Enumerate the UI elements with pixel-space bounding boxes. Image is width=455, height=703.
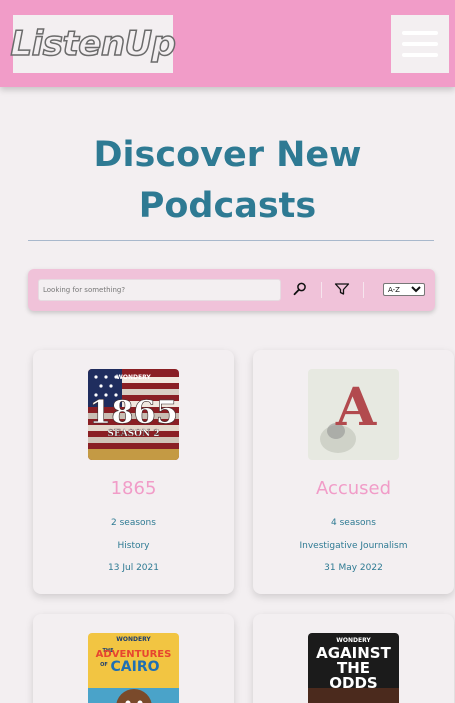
logo-text: ListenUp	[10, 23, 177, 65]
hamburger-menu-icon[interactable]	[391, 15, 449, 73]
page-title-line2: Podcasts	[138, 186, 317, 226]
logo[interactable]: ListenUp	[10, 15, 177, 73]
page-title-line1: Discover New	[93, 135, 362, 175]
toolbar-separator	[321, 282, 322, 298]
sort-select[interactable]: A-Z	[383, 283, 425, 296]
podcast-cover: WONDERY 1865 SEASON 2	[88, 369, 179, 460]
cover-title: AGAINST THE ODDS	[316, 646, 391, 692]
search-input[interactable]	[38, 279, 281, 301]
page-title: Discover New Podcasts	[0, 130, 455, 232]
cover-publisher: WONDERY	[336, 637, 371, 644]
podcast-card[interactable]: A Accused 4 seasons Investigative Journa…	[253, 350, 454, 594]
cover-subtitle: CAIRO	[111, 659, 160, 675]
podcast-seasons: 2 seasons	[111, 518, 156, 528]
menu-bar	[402, 53, 438, 57]
filter-icon[interactable]	[334, 281, 350, 297]
podcast-card[interactable]: WONDERY 1865 SEASON 2 1865 2 seasons His…	[33, 350, 234, 594]
menu-bar	[402, 31, 438, 35]
divider	[28, 240, 434, 241]
toolbar-separator	[363, 282, 364, 298]
podcast-title[interactable]: Accused	[253, 478, 454, 499]
podcast-title[interactable]: 1865	[33, 478, 234, 499]
podcast-card[interactable]: WONDERY THE ADVENTURES OF CAIRO	[33, 614, 234, 703]
cover-word: OF	[100, 662, 108, 668]
podcast-cover: A	[308, 369, 399, 460]
magnifier-icon[interactable]	[292, 281, 308, 297]
podcast-date: 31 May 2022	[324, 563, 383, 573]
podcast-card[interactable]: WONDERY AGAINST THE ODDS	[253, 614, 454, 703]
cover-subtitle: SEASON 2	[107, 429, 159, 439]
cover-publisher: WONDERY	[116, 374, 151, 381]
podcast-cover: WONDERY AGAINST THE ODDS	[308, 633, 399, 703]
podcast-date: 13 Jul 2021	[108, 563, 159, 573]
podcast-genre: History	[117, 541, 150, 551]
menu-bar	[402, 42, 438, 46]
podcast-genre: Investigative Journalism	[299, 541, 408, 551]
search-toolbar: A-Z	[28, 269, 435, 311]
cover-title: 1865	[89, 393, 178, 431]
podcast-cover: WONDERY THE ADVENTURES OF CAIRO	[88, 633, 179, 703]
cover-letter: A	[335, 377, 377, 438]
cover-publisher: WONDERY	[116, 636, 151, 643]
app-header: ListenUp	[0, 0, 455, 87]
podcast-seasons: 4 seasons	[331, 518, 376, 528]
